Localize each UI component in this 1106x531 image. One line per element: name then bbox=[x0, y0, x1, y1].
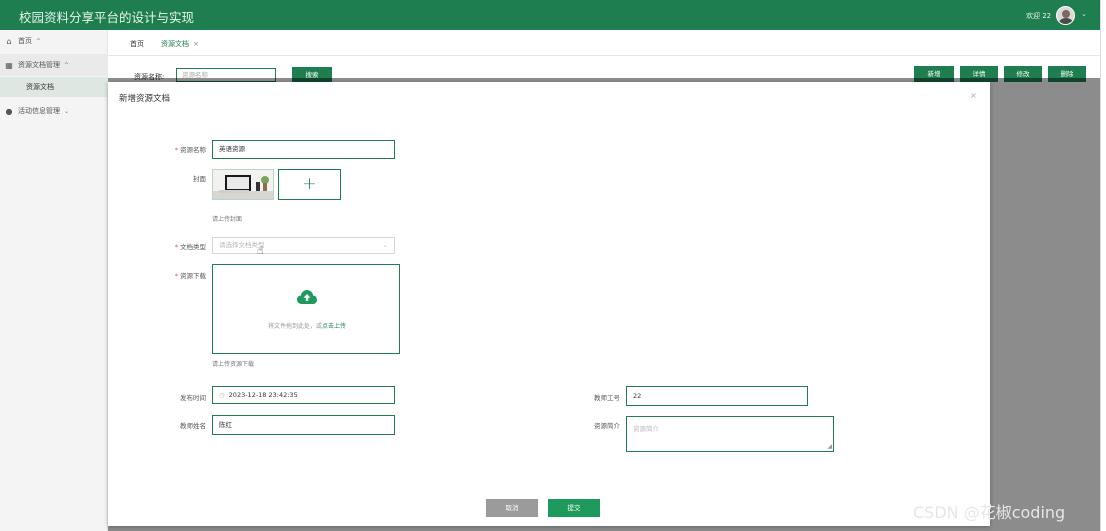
tab-bar: 首页 资源文档 × bbox=[108, 30, 1100, 56]
teacher-id-label: 教师工号 bbox=[594, 394, 620, 402]
cover-image-thumbnail[interactable] bbox=[212, 169, 274, 200]
resource-name-input[interactable]: 英语资源 bbox=[212, 140, 395, 159]
resource-intro-label: 资源简介 bbox=[594, 422, 620, 430]
doc-type-select[interactable]: 请选择文档类型 ⌄ bbox=[212, 237, 395, 254]
upload-instructions: 将文件拖到此处，或点击上传 bbox=[267, 323, 347, 330]
tab-resource-docs[interactable]: 资源文档 × bbox=[161, 39, 199, 49]
publish-time-input[interactable]: ◷ 2023-12-18 23:42:35 bbox=[212, 386, 395, 404]
dialog-title: 新增资源文档 bbox=[119, 94, 171, 104]
teacher-name-input[interactable]: 陈红 bbox=[212, 415, 395, 435]
cover-upload-button[interactable]: + bbox=[278, 169, 341, 200]
file-upload-dropzone[interactable]: 将文件拖到此处，或点击上传 bbox=[212, 264, 400, 354]
welcome-text: 欢迎 22 bbox=[1026, 12, 1052, 20]
sidebar-item-label: 资源文档管理 bbox=[18, 61, 60, 69]
top-header: 校园资料分享平台的设计与实现 欢迎 22 ⌄ bbox=[0, 0, 1100, 30]
watermark: CSDN @花椒coding bbox=[913, 503, 1066, 522]
close-icon[interactable]: × bbox=[970, 91, 977, 100]
teacher-name-label: 教师姓名 bbox=[180, 422, 206, 430]
resize-handle-icon[interactable]: ◢ bbox=[827, 443, 832, 450]
publish-time-label: 发布时间 bbox=[180, 394, 206, 402]
submit-button[interactable]: 提交 bbox=[548, 499, 600, 517]
chevron-down-icon[interactable]: ⌄ bbox=[1081, 10, 1087, 18]
doc-type-label: * 文档类型 bbox=[174, 243, 206, 251]
cloud-upload-icon bbox=[297, 290, 317, 304]
sidebar-item-activity-management[interactable]: ● 活动信息管理 ⌄ bbox=[0, 100, 108, 122]
sidebar-item-label: 活动信息管理 bbox=[18, 107, 60, 115]
mouse-cursor-icon: ☝ bbox=[257, 244, 264, 257]
sidebar-item-resource-docs[interactable]: 资源文档 bbox=[0, 77, 108, 97]
teacher-id-input[interactable]: 22 bbox=[626, 386, 808, 406]
home-icon: ⌂ bbox=[6, 36, 12, 46]
close-icon[interactable]: × bbox=[193, 40, 199, 48]
sidebar-item-label: 资源文档 bbox=[26, 83, 54, 91]
sidebar-item-home[interactable]: ⌂ 首页 ^ bbox=[0, 30, 108, 52]
chevron-down-icon: ⌄ bbox=[382, 241, 388, 249]
add-resource-dialog: 新增资源文档 × * 资源名称 英语资源 封面 + 请上传封面 * 文档类型 请选择… bbox=[108, 82, 990, 526]
resource-download-label: * 资源下载 bbox=[174, 272, 206, 280]
resource-name-label: * 资源名称 bbox=[174, 146, 206, 154]
chevron-up-icon: ^ bbox=[64, 61, 70, 69]
cover-hint: 请上传封面 bbox=[212, 216, 243, 223]
sidebar-item-resource-management[interactable]: ▦ 资源文档管理 ^ bbox=[0, 54, 108, 76]
cover-label: 封面 bbox=[193, 175, 206, 183]
info-icon: ● bbox=[5, 106, 13, 116]
chevron-up-icon: ^ bbox=[36, 37, 42, 45]
scrollbar[interactable] bbox=[1100, 0, 1106, 531]
chevron-down-icon: ⌄ bbox=[64, 107, 70, 115]
sidebar: ⌂ 首页 ^ ▦ 资源文档管理 ^ 资源文档 ● 活动信息管理 ⌄ bbox=[0, 30, 108, 531]
app-title: 校园资料分享平台的设计与实现 bbox=[19, 10, 195, 25]
sidebar-item-label: 首页 bbox=[18, 37, 32, 45]
resource-intro-textarea[interactable]: 资源简介 ◢ bbox=[626, 416, 834, 452]
cancel-button[interactable]: 取消 bbox=[486, 499, 538, 517]
click-upload-link[interactable]: 点击上传 bbox=[322, 323, 346, 330]
avatar[interactable] bbox=[1056, 6, 1075, 25]
download-hint: 请上传资源下载 bbox=[212, 361, 255, 368]
tab-home[interactable]: 首页 bbox=[130, 39, 144, 49]
clock-icon: ◷ bbox=[219, 391, 225, 399]
table-icon: ▦ bbox=[5, 60, 13, 70]
tab-label: 资源文档 bbox=[161, 40, 189, 48]
